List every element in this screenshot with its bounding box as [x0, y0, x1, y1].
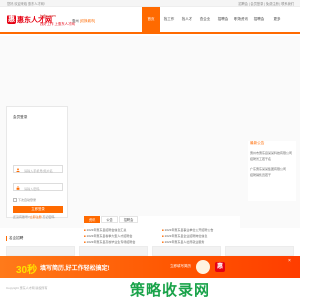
nav-label: 职场资讯 — [234, 17, 248, 21]
nav-label: 首页 — [147, 17, 155, 21]
main-nav: 首页 找工作 找人才 查企业 招聘会 职场资讯 招聘会 更多 — [142, 7, 286, 32]
company-ad[interactable] — [152, 246, 221, 256]
remember-checkbox[interactable] — [13, 198, 17, 202]
no-account-text: 还没有账号? — [13, 215, 30, 219]
company-ad[interactable] — [79, 246, 148, 256]
promo-bubble-icon — [196, 260, 210, 274]
login-title: 会员登录 — [13, 115, 28, 119]
nav-label: 招聘会 — [253, 17, 265, 21]
footer: Copyright 惠东人才网 版权所有 策略收录网 — [0, 278, 300, 300]
company-ad[interactable] — [6, 246, 75, 256]
nav-item-find-talent[interactable]: 找人才 — [178, 7, 196, 32]
promo-highlight: 30秒 — [16, 265, 38, 276]
watermark-text: 策略收录网 — [130, 282, 211, 299]
company-ad[interactable] — [225, 246, 294, 256]
tab-notice[interactable]: 公告 — [101, 216, 118, 223]
nav-label: 更多 — [273, 17, 281, 21]
nav-label: 找工作 — [163, 17, 175, 21]
welcome-text: 您好,欢迎来临 惠东人才网! — [7, 2, 45, 6]
nav-item-more[interactable]: 更多 — [268, 7, 286, 32]
city-label: 惠州 — [72, 19, 79, 23]
tab-job-fair[interactable]: 招聘会 — [118, 216, 139, 223]
nav-label: 查企业 — [199, 17, 211, 21]
city-selector[interactable]: 惠州 [切换城市] — [72, 18, 95, 23]
top-bar: 您好,欢迎来临 惠东人才网! 招聘会 | 会员登录 | 免费注册 | 联系我们 — [0, 0, 300, 7]
nav-item-companies[interactable]: 查企业 — [196, 7, 214, 32]
logo-mark-icon: 惠 — [7, 15, 16, 24]
notice-item[interactable]: 招聘销售员若干 — [250, 173, 271, 177]
city-switch-link[interactable]: [切换城市] — [80, 19, 95, 23]
page: 您好,欢迎来临 惠东人才网! 招聘会 | 会员登录 | 免费注册 | 联系我们 … — [0, 0, 300, 300]
nav-label: 招聘会 — [217, 17, 229, 21]
user-icon — [15, 167, 20, 172]
password-field[interactable]: 请输入密码 — [13, 183, 63, 191]
forgot-password-link[interactable]: 忘记密码 — [43, 215, 55, 219]
nav-item-job-fair-2[interactable]: 招聘会 — [250, 7, 268, 32]
close-icon[interactable]: × — [288, 258, 291, 264]
login-panel: 会员登录 请输入手机号/用户名 请输入密码 下次自动登录 立即登录 还没有账号?… — [6, 106, 68, 219]
company-ad-strip — [6, 246, 294, 256]
site-logo[interactable]: 惠 惠东人才网 — [7, 15, 52, 27]
notice-item[interactable]: 招聘普工若干名 — [250, 157, 271, 161]
register-link[interactable]: 立即注册 — [30, 215, 42, 219]
nav-item-home[interactable]: 首页 — [142, 7, 160, 32]
notice-item[interactable]: 广东惠东某某集团有限公司 — [250, 167, 286, 171]
promo-text: 填写简历,好工作轻松搞定! — [40, 266, 110, 272]
site-domain: hdhr.com — [40, 14, 56, 18]
news-tabs: 资讯 公告 招聘会 — [84, 216, 139, 223]
notice-item[interactable]: 惠州市惠东县某某科技有限公司 — [250, 151, 292, 155]
promo-logo-icon: 惠 — [215, 262, 225, 272]
username-field[interactable]: 请输入手机号/用户名 — [13, 165, 63, 173]
copyright-text: Copyright 惠东人才网 版权所有 — [6, 286, 48, 290]
nav-label: 找人才 — [181, 17, 193, 21]
nav-item-news[interactable]: 职场资讯 — [232, 7, 250, 32]
username-placeholder: 请输入手机号/用户名 — [24, 168, 53, 173]
site-slogan: 找好工作 上惠东人才网 — [40, 22, 75, 26]
tab-news[interactable]: 资讯 — [84, 216, 101, 223]
famous-companies-title: 名企招聘 — [6, 236, 23, 241]
password-placeholder: 请输入密码 — [24, 186, 40, 191]
promo-cta-link[interactable]: 立即填写简历 — [170, 264, 191, 269]
notice-panel: 最新公告 惠州市惠东县某某科技有限公司 招聘普工若干名 广东惠东某某集团有限公司… — [248, 141, 296, 201]
notice-title: 最新公告 — [250, 141, 265, 145]
resume-promo-bar[interactable]: 30秒 填写简历,好工作轻松搞定! 立即填写简历 惠 × — [0, 256, 300, 278]
lock-icon — [16, 185, 19, 190]
login-links: 还没有账号?立即注册 忘记密码 — [13, 215, 55, 219]
remember-label: 下次自动登录 — [18, 198, 37, 202]
domain-slogan: hdhr.com 找好工作 上惠东人才网 — [40, 14, 75, 28]
login-button[interactable]: 立即登录 — [13, 206, 63, 213]
nav-item-find-job[interactable]: 找工作 — [160, 7, 178, 32]
top-links[interactable]: 招聘会 | 会员登录 | 免费注册 | 联系我们 — [238, 1, 294, 6]
site-header: 惠 惠东人才网 hdhr.com 找好工作 上惠东人才网 惠州 [切换城市] 首… — [0, 7, 300, 34]
nav-item-job-fair[interactable]: 招聘会 — [214, 7, 232, 32]
